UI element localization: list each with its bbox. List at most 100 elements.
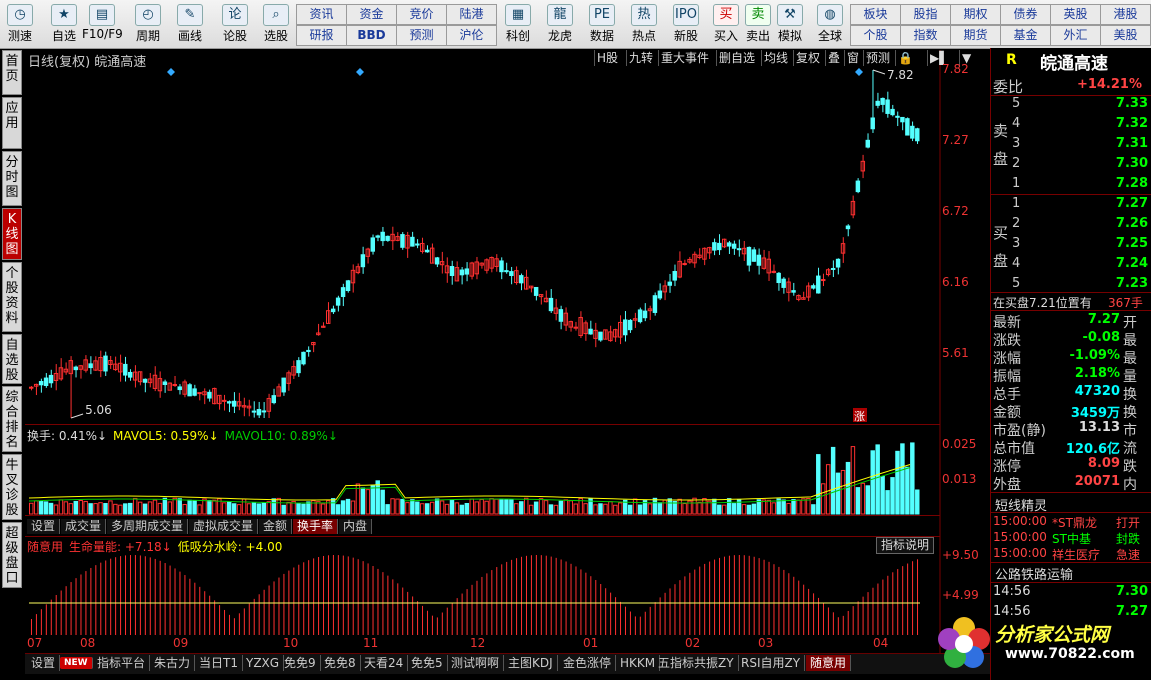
- indicator-tab[interactable]: 设置: [27, 655, 61, 671]
- uk-shares-button[interactable]: 英股: [1050, 4, 1101, 25]
- chart-header-tab[interactable]: 删自选: [716, 50, 757, 66]
- keypeng-button[interactable]: ▦ 科创: [498, 2, 538, 46]
- futures-2-button[interactable]: 期货: [950, 25, 1001, 46]
- panel-tab[interactable]: 金额: [259, 519, 293, 534]
- stock-forum-button[interactable]: 论论股: [215, 2, 255, 46]
- bbd-button[interactable]: BBD: [346, 25, 397, 46]
- indicator-tab[interactable]: 测试啊啊: [447, 655, 505, 671]
- chart-area[interactable]: 7.82 5.06 涨 07 08 09 10 11 12 01 02 03 04: [25, 50, 990, 653]
- indicator-tab[interactable]: 天看24: [360, 655, 409, 671]
- indicator-tab[interactable]: YZXG: [242, 655, 285, 671]
- chart-canvas[interactable]: 7.82 5.06 涨 07 08 09 10 11 12 01 02 03 04: [25, 50, 990, 653]
- simulate-button[interactable]: ⚒ 模拟: [770, 2, 810, 46]
- hk-shares-button[interactable]: 港股: [1100, 4, 1151, 25]
- panel-tab[interactable]: 成交量: [61, 519, 107, 534]
- panel-tab[interactable]: 换手率: [293, 519, 339, 534]
- indicator-help-button[interactable]: 指标说明: [876, 537, 934, 554]
- stock-pick-button[interactable]: ⌕ 选股: [256, 2, 296, 46]
- draw-line-button[interactable]: ✎ 画线: [170, 2, 210, 46]
- hk-connect-button[interactable]: 沪伦: [446, 25, 497, 46]
- indicator-tab[interactable]: RSI自用ZY: [737, 655, 806, 671]
- panel-tab[interactable]: 虚拟成交量: [189, 519, 259, 534]
- panel-tab[interactable]: 设置: [27, 519, 61, 534]
- high-price-label: 7.82: [887, 68, 914, 82]
- chart-header-tab[interactable]: 预测: [863, 50, 892, 66]
- legend-item: 生命量能: +7.18↓: [69, 540, 172, 554]
- futures-button[interactable]: 期权: [950, 4, 1001, 25]
- index-1-button[interactable]: 股指: [900, 4, 951, 25]
- jingling-stock[interactable]: ST中基: [1052, 530, 1091, 547]
- chart-header-tab[interactable]: 九转: [626, 50, 655, 66]
- indicator-tab[interactable]: 五指标共振ZY: [654, 655, 739, 671]
- left-tab-intraday[interactable]: 分时图: [2, 151, 22, 206]
- sell-price[interactable]: 7.28: [1080, 176, 1148, 191]
- sell-price[interactable]: 7.31: [1080, 136, 1148, 151]
- panel-tab[interactable]: 多周期成交量: [107, 519, 189, 534]
- indicator-tab[interactable]: 免免5: [407, 655, 448, 671]
- test-speed-button[interactable]: ◷ 测速: [0, 2, 40, 46]
- info-button[interactable]: 资讯: [296, 4, 347, 25]
- chart-header-tab[interactable]: 复权: [793, 50, 822, 66]
- index-2-button[interactable]: 指数: [900, 25, 951, 46]
- chart-header-tab[interactable]: 均线: [761, 50, 790, 66]
- jingling-stock[interactable]: 祥生医疗: [1052, 546, 1100, 563]
- dragon-tiger-button[interactable]: 龍龙虎: [540, 2, 580, 46]
- sector-name[interactable]: 公路铁路运输: [995, 564, 1073, 583]
- stat-value: 13.13: [1078, 420, 1120, 435]
- chart-header-tab[interactable]: 🔒: [895, 50, 915, 66]
- period-button[interactable]: ◴ 周期: [128, 2, 168, 46]
- f10-button[interactable]: ▤ F10/F9: [82, 2, 123, 46]
- volume-bar: [330, 498, 336, 515]
- research-button[interactable]: 研报: [296, 25, 347, 46]
- global-button[interactable]: ◍ 全球: [810, 2, 850, 46]
- fund-button[interactable]: 基金: [1000, 25, 1051, 46]
- indicator-tab[interactable]: 指标平台: [93, 655, 151, 671]
- sector-button[interactable]: 板块: [850, 4, 901, 25]
- candle-body: [400, 234, 405, 248]
- buy-price[interactable]: 7.24: [1080, 256, 1148, 271]
- forecast-button[interactable]: 预测: [396, 25, 447, 46]
- hot-button[interactable]: 热热点: [624, 2, 664, 46]
- chart-header-tab[interactable]: H股: [594, 50, 620, 66]
- chart-header-tab[interactable]: 重大事件: [658, 50, 711, 66]
- new-share-button[interactable]: IPO 新股: [666, 2, 706, 46]
- volume-legend: 换手: 0.41%↓ MAVOL5: 0.59%↓ MAVOL10: 0.89%↓: [27, 427, 344, 444]
- panel-tab[interactable]: 内盘: [339, 519, 373, 534]
- us-shares-button[interactable]: 美股: [1100, 25, 1151, 46]
- volume-bar: [167, 501, 173, 515]
- buy-price[interactable]: 7.23: [1080, 276, 1148, 291]
- sell-price[interactable]: 7.32: [1080, 116, 1148, 131]
- capital-button[interactable]: 资金: [346, 4, 397, 25]
- sell-price[interactable]: 7.33: [1080, 96, 1148, 111]
- watchlist-button[interactable]: ★ 自选: [44, 2, 84, 46]
- jingling-stock[interactable]: *ST鼎龙: [1052, 514, 1097, 531]
- left-tab-super-order[interactable]: 超级盘口: [2, 522, 22, 588]
- indicator-tab[interactable]: 金色涨停: [559, 655, 617, 671]
- chart-header-tab[interactable]: 窗: [844, 50, 861, 66]
- forex-button[interactable]: 外汇: [1050, 25, 1101, 46]
- indicator-tab[interactable]: 免免8: [320, 655, 361, 671]
- sell-price[interactable]: 7.30: [1080, 156, 1148, 171]
- single-stock-button[interactable]: 个股: [850, 25, 901, 46]
- indicator-tab[interactable]: 主图KDJ: [504, 655, 558, 671]
- shanghai-hk-button[interactable]: 陆港: [446, 4, 497, 25]
- left-tab-ranking[interactable]: 综合排名: [2, 386, 22, 452]
- data-button[interactable]: PE 数据: [582, 2, 622, 46]
- left-tab-home[interactable]: 首页: [2, 50, 22, 95]
- left-tab-diagnose[interactable]: 牛叉诊股: [2, 454, 22, 520]
- left-tab-profile[interactable]: 个股资料: [2, 262, 22, 332]
- indicator-tab[interactable]: 随意用: [806, 655, 852, 671]
- indicator-tab[interactable]: 当日T1: [195, 655, 243, 671]
- left-tab-apps[interactable]: 应用: [2, 97, 22, 149]
- bonds-button[interactable]: 债券: [1000, 4, 1051, 25]
- buy-price[interactable]: 7.27: [1080, 196, 1148, 211]
- buy-price[interactable]: 7.26: [1080, 216, 1148, 231]
- left-tab-kline[interactable]: K线图: [2, 208, 22, 260]
- auction-button[interactable]: 竞价: [396, 4, 447, 25]
- candle-body: [781, 278, 786, 288]
- indicator-tab[interactable]: 免免9: [280, 655, 321, 671]
- left-tab-self-stock[interactable]: 自选股: [2, 334, 22, 384]
- chart-header-tab[interactable]: 叠: [825, 50, 842, 66]
- indicator-tab[interactable]: 朱古力: [150, 655, 196, 671]
- buy-price[interactable]: 7.25: [1080, 236, 1148, 251]
